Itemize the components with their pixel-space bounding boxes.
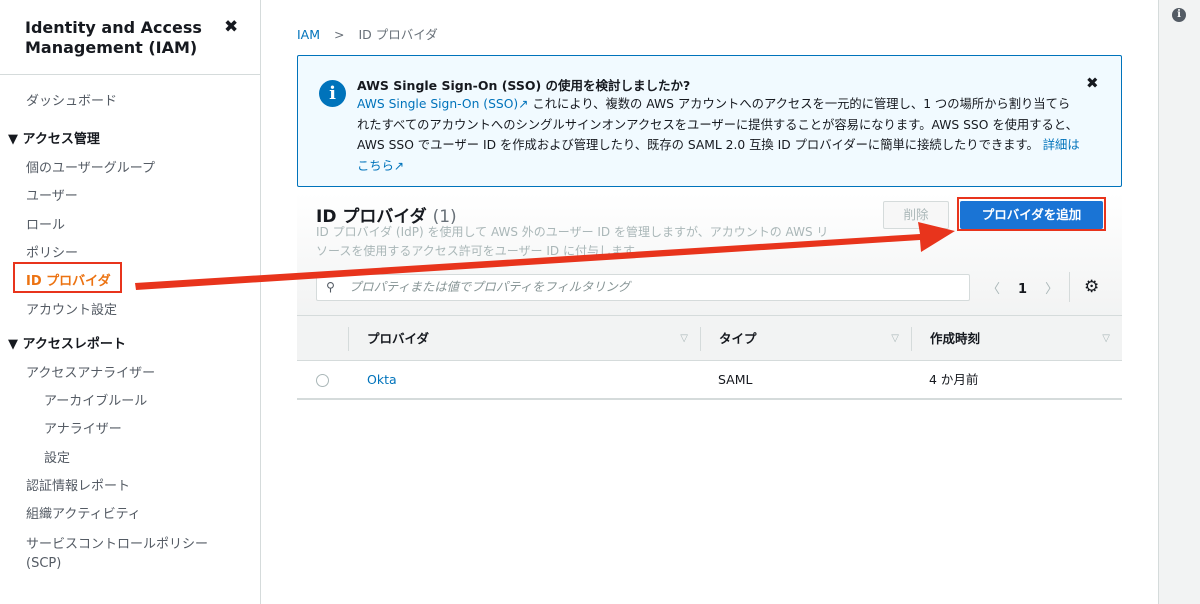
arrow-shape	[135, 222, 955, 290]
annotation-arrow	[135, 222, 955, 290]
